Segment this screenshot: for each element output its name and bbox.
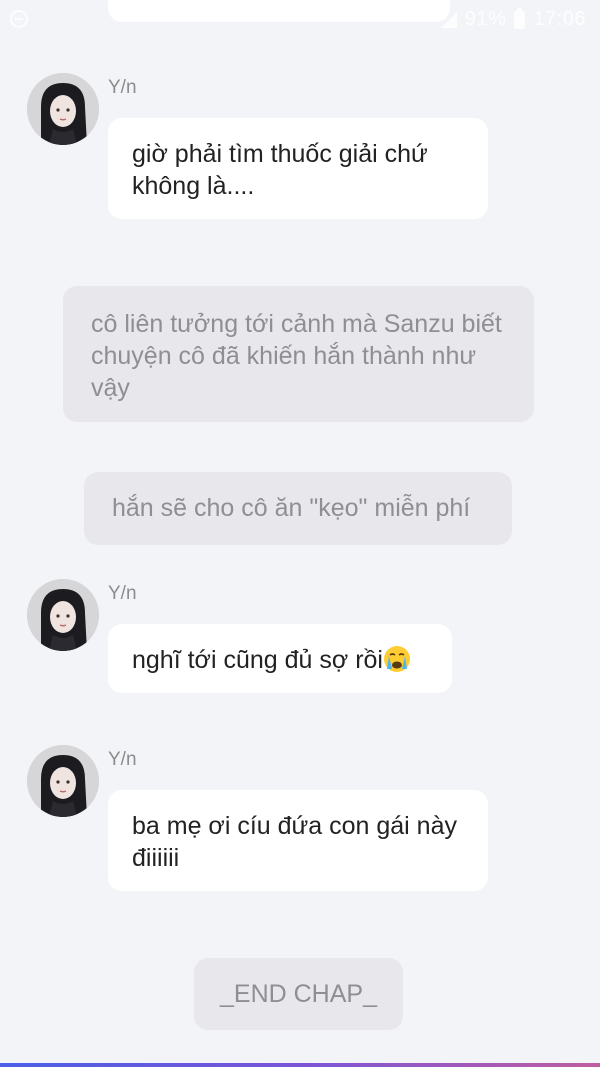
avatar[interactable] [27, 73, 99, 145]
previous-message-bubble [108, 0, 450, 22]
battery-percent: 91% [464, 8, 507, 30]
message-text: nghĩ tới cũng đủ sợ rồi [132, 646, 383, 674]
message-bubble[interactable]: giờ phải tìm thuốc giải chứ không là.... [108, 118, 488, 219]
avatar[interactable] [27, 579, 99, 651]
narration-bubble[interactable]: cô liên tưởng tới cảnh mà Sanzu biết chu… [63, 286, 534, 422]
message-bubble[interactable]: ba mẹ ơi cíu đứa con gái này điiiiii [108, 790, 488, 891]
battery-icon [514, 7, 526, 29]
sender-name: Y/n [108, 749, 137, 770]
sender-name: Y/n [108, 583, 137, 604]
do-not-disturb-icon [10, 10, 28, 28]
sender-name: Y/n [108, 77, 137, 98]
narration-text: cô liên tưởng tới cảnh mà Sanzu biết chu… [91, 310, 502, 402]
clock-time: 17:06 [533, 8, 586, 30]
end-chapter-text: _END CHAP_ [220, 980, 377, 1008]
avatar-image-icon [27, 745, 99, 817]
crying-face-icon [383, 646, 410, 672]
status-right-group: 91% 17:06 [440, 7, 586, 31]
avatar[interactable] [27, 745, 99, 817]
narration-text: hắn sẽ cho cô ăn "kẹo" miễn phí [112, 494, 471, 522]
message-bubble[interactable]: nghĩ tới cũng đủ sợ rồi [108, 624, 452, 693]
message-text: giờ phải tìm thuốc giải chứ không là.... [132, 140, 428, 200]
end-chapter-bubble[interactable]: _END CHAP_ [194, 958, 403, 1030]
narration-bubble[interactable]: hắn sẽ cho cô ăn "kẹo" miễn phí [84, 472, 512, 545]
message-text: ba mẹ ơi cíu đứa con gái này điiiiii [132, 812, 457, 872]
avatar-image-icon [27, 73, 99, 145]
bottom-progress-bar [0, 1063, 600, 1067]
avatar-image-icon [27, 579, 99, 651]
